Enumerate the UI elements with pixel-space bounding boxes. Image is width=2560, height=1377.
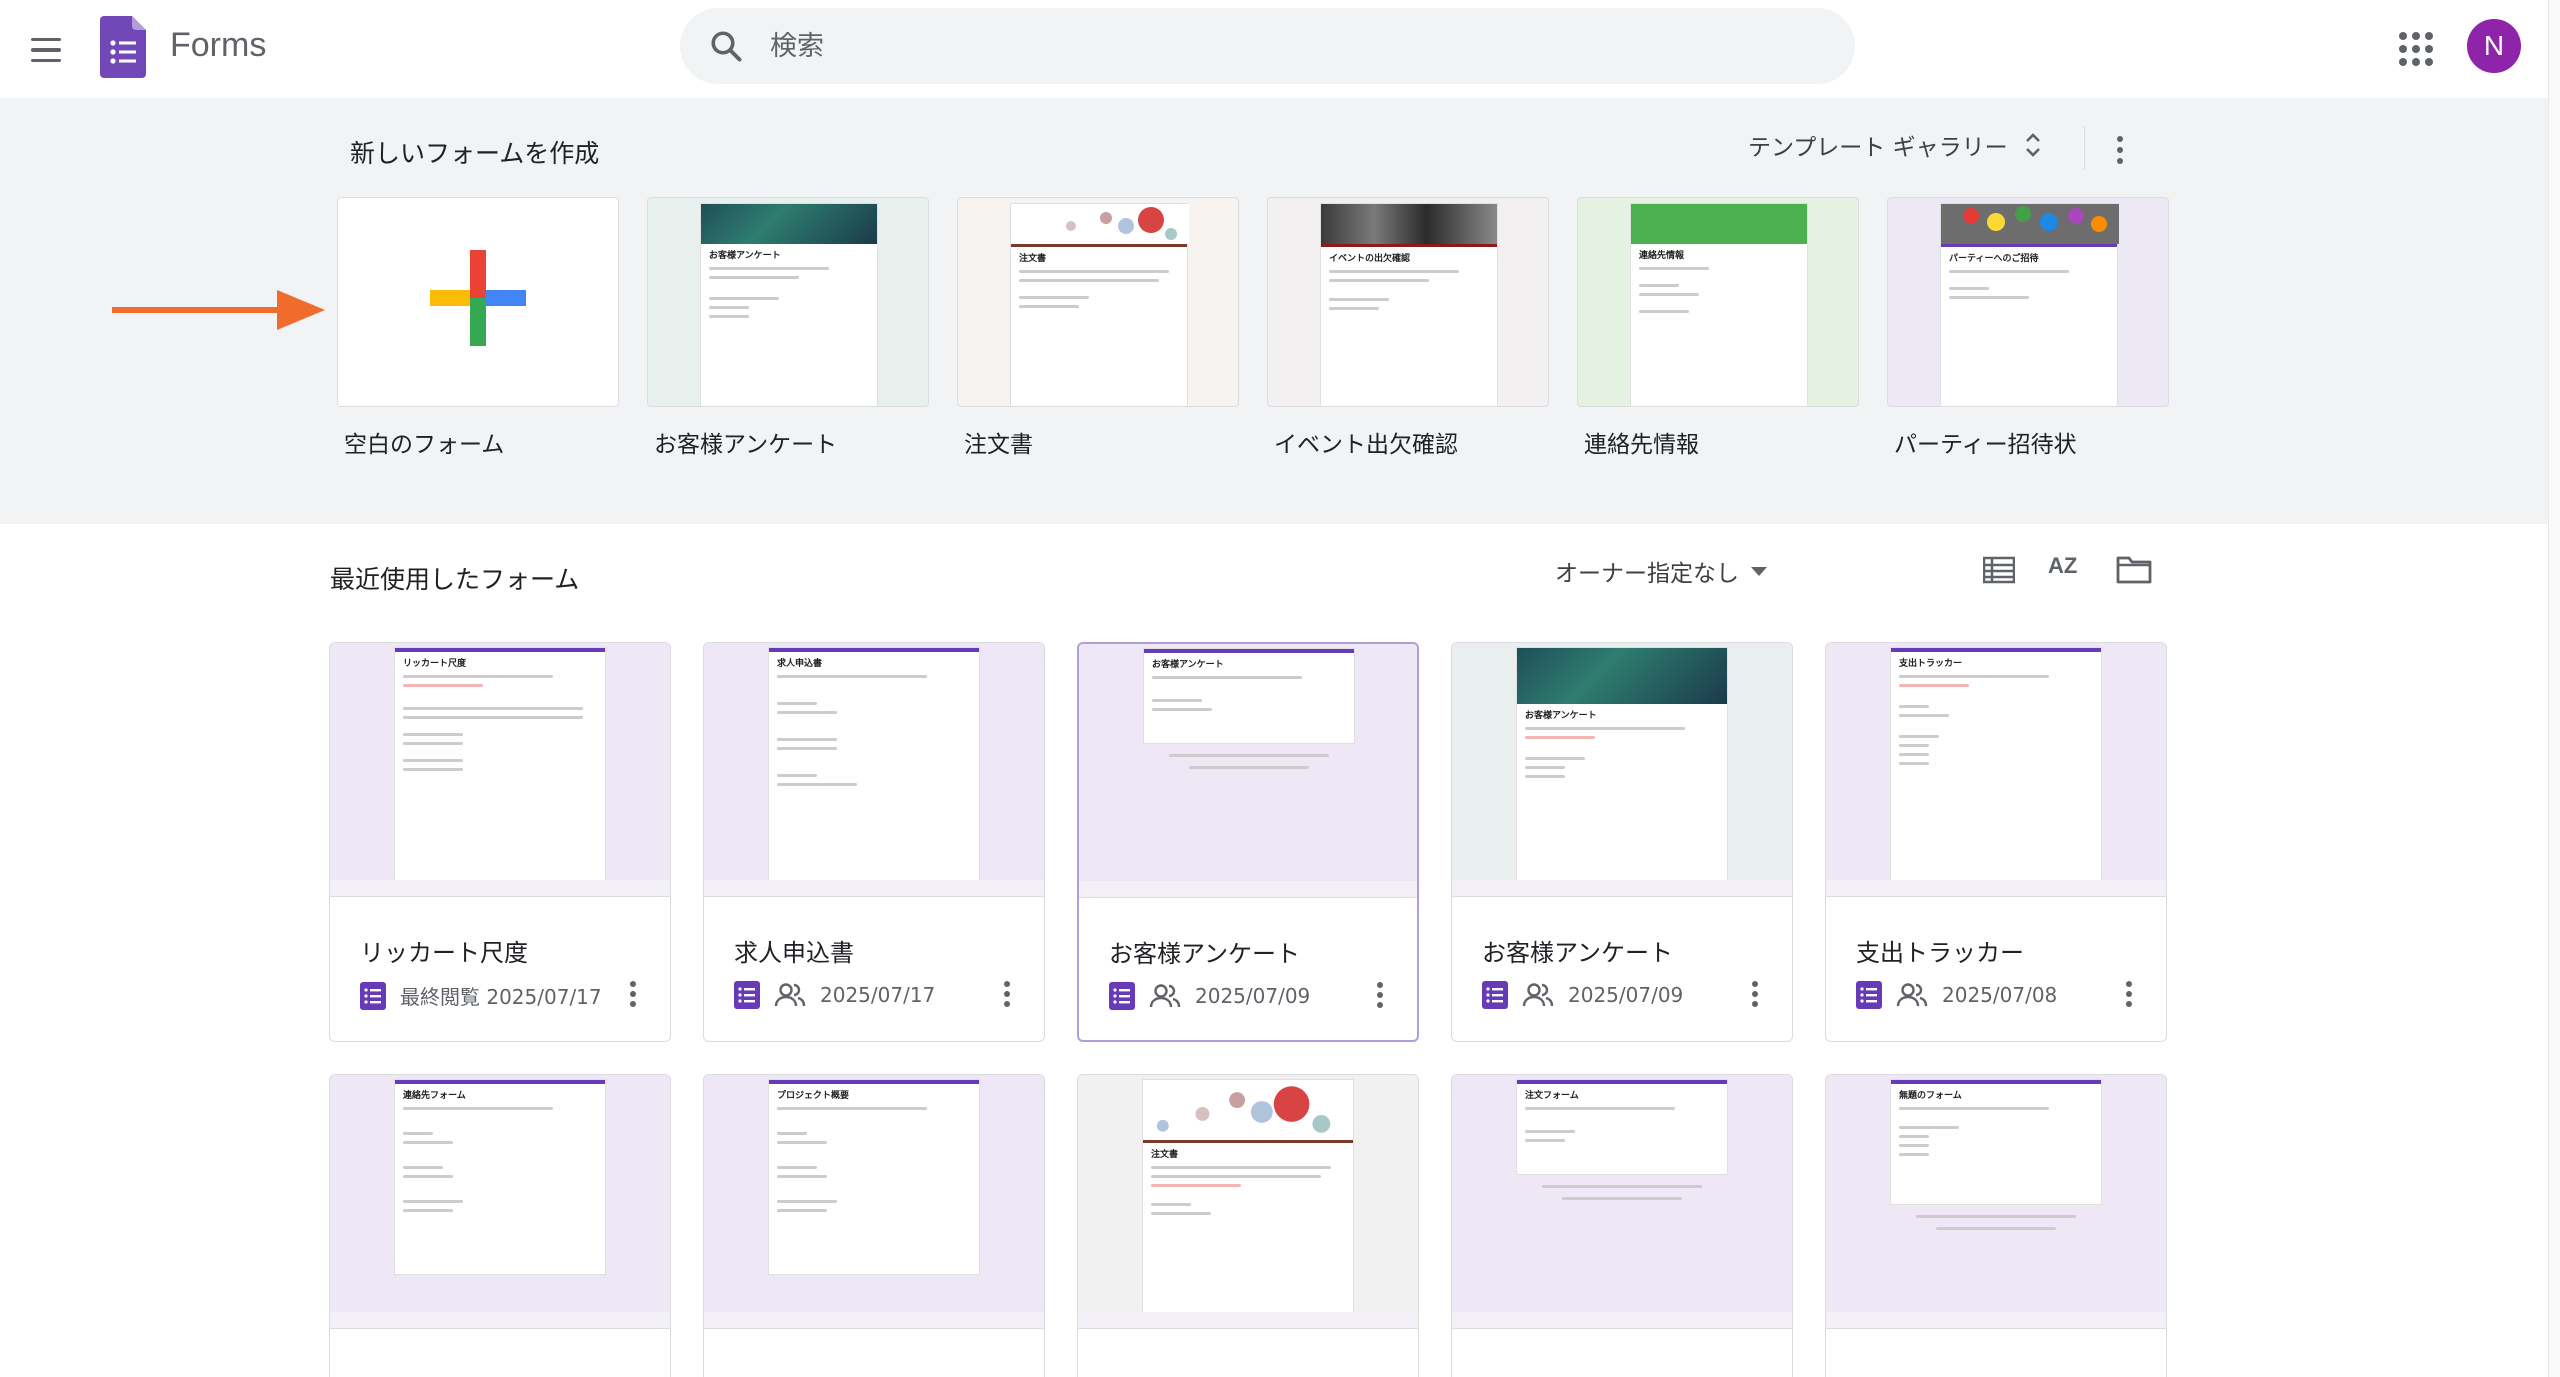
shared-people-icon	[1149, 984, 1181, 1008]
form-meta: 最終閲覧 2025/07/17	[400, 985, 602, 1009]
recent-form-card[interactable]: 注文フォーム	[1451, 1074, 1793, 1377]
form-name: お客様アンケート	[1482, 939, 1674, 967]
plus-icon	[430, 250, 526, 346]
shared-people-icon	[1896, 983, 1928, 1007]
owner-filter-label: オーナー指定なし	[1555, 561, 1739, 587]
form-thumbnail: 注文フォーム	[1452, 1075, 1792, 1329]
form-name: リッカート尺度	[360, 939, 528, 967]
form-more-options-icon[interactable]	[1000, 979, 1014, 1009]
template-section-title: 新しいフォームを作成	[350, 139, 600, 168]
dropdown-caret-icon	[1751, 566, 1767, 576]
form-thumbnail: お客様アンケート	[1452, 643, 1792, 897]
recent-form-card[interactable]: プロジェクト概要	[703, 1074, 1045, 1377]
recent-form-card[interactable]: リッカート尺度 リッカート尺度 最終閲覧 2025/07/17	[329, 642, 671, 1042]
recent-form-card[interactable]: 支出トラッカー 支出トラッカー 2025/07/08	[1825, 642, 2167, 1042]
search-icon[interactable]	[708, 28, 744, 64]
form-more-options-icon[interactable]	[1748, 979, 1762, 1009]
template-gallery-button[interactable]: テンプレート ギャラリー	[1748, 128, 2044, 162]
form-meta: 2025/07/17	[820, 983, 936, 1007]
form-thumbnail: プロジェクト概要	[704, 1075, 1044, 1329]
template-more-options-icon[interactable]	[2106, 132, 2134, 168]
form-file-icon	[1482, 981, 1508, 1009]
recent-form-card[interactable]: 無題のフォーム	[1825, 1074, 2167, 1377]
list-view-icon[interactable]	[1983, 556, 2015, 584]
form-name: 支出トラッカー	[1856, 939, 2024, 967]
sort-az-icon[interactable]: AZ	[2048, 553, 2084, 587]
form-thumbnail: 連絡先フォーム	[330, 1075, 670, 1329]
recent-form-card-selected[interactable]: お客様アンケート お客様アンケート 2025/07/09	[1077, 642, 1419, 1042]
form-meta: 2025/07/09	[1195, 984, 1311, 1008]
recent-form-card[interactable]: 注文書	[1077, 1074, 1419, 1377]
form-more-options-icon[interactable]	[2122, 979, 2136, 1009]
template-card-customer-survey[interactable]: お客様アンケート	[647, 197, 929, 407]
form-thumbnail: 注文書	[1078, 1075, 1418, 1329]
template-label-event-rsvp[interactable]: イベント出欠確認	[1274, 425, 1458, 459]
form-file-icon	[1109, 982, 1135, 1010]
toolbar-divider	[2084, 126, 2085, 170]
recent-forms-title: 最近使用したフォーム	[330, 565, 580, 594]
main-menu-icon[interactable]	[22, 26, 70, 74]
template-card-event-rsvp[interactable]: イベントの出欠確認	[1267, 197, 1549, 407]
form-file-icon	[734, 981, 760, 1009]
top-bar: Forms N	[0, 0, 2560, 98]
vertical-scrollbar[interactable]	[2548, 0, 2560, 1377]
template-gallery-label: テンプレート ギャラリー	[1748, 135, 2008, 161]
form-meta: 2025/07/09	[1568, 983, 1684, 1007]
template-card-contact-info[interactable]: 連絡先情報	[1577, 197, 1859, 407]
template-label-contact-info[interactable]: 連絡先情報	[1584, 425, 1699, 459]
orange-arrow-icon	[112, 290, 325, 330]
search-input[interactable]	[770, 8, 1830, 84]
form-thumbnail: 支出トラッカー	[1826, 643, 2166, 897]
form-more-options-icon[interactable]	[626, 979, 640, 1009]
form-file-icon	[360, 981, 386, 1010]
form-thumbnail: リッカート尺度	[330, 643, 670, 897]
form-thumbnail: 無題のフォーム	[1826, 1075, 2166, 1329]
form-thumbnail: 求人申込書	[704, 643, 1044, 897]
template-label-blank[interactable]: 空白のフォーム	[344, 425, 504, 459]
template-label-customer-survey[interactable]: お客様アンケート	[654, 425, 837, 459]
form-meta: 2025/07/08	[1942, 983, 2058, 1007]
template-card-blank[interactable]	[337, 197, 619, 407]
folder-icon[interactable]	[2116, 554, 2152, 584]
form-name: 求人申込書	[734, 939, 854, 967]
shared-people-icon	[774, 983, 806, 1007]
form-thumbnail: お客様アンケート	[1079, 644, 1417, 898]
search-bar[interactable]	[680, 8, 1855, 84]
template-card-order-form[interactable]: 注文書	[957, 197, 1239, 407]
form-more-options-icon[interactable]	[1373, 980, 1387, 1010]
template-label-order-form[interactable]: 注文書	[964, 425, 1033, 459]
template-label-party-invite[interactable]: パーティー招待状	[1894, 425, 2077, 459]
shared-people-icon	[1522, 983, 1554, 1007]
app-title[interactable]: Forms	[170, 26, 266, 65]
form-file-icon	[1856, 981, 1882, 1009]
owner-filter-dropdown[interactable]: オーナー指定なし	[1555, 554, 1767, 588]
google-apps-icon[interactable]	[2395, 28, 2435, 68]
recent-form-card[interactable]: 求人申込書 求人申込書 2025/07/17	[703, 642, 1045, 1042]
unfold-icon	[2025, 133, 2040, 157]
recent-form-card[interactable]: お客様アンケート お客様アンケート 2025/07/09	[1451, 642, 1793, 1042]
forms-logo-icon[interactable]	[100, 16, 148, 78]
form-name: お客様アンケート	[1109, 940, 1301, 968]
account-avatar[interactable]: N	[2467, 19, 2521, 73]
template-card-party-invite[interactable]: パーティーへのご招待	[1887, 197, 2169, 407]
recent-form-card[interactable]: 連絡先フォーム	[329, 1074, 671, 1377]
